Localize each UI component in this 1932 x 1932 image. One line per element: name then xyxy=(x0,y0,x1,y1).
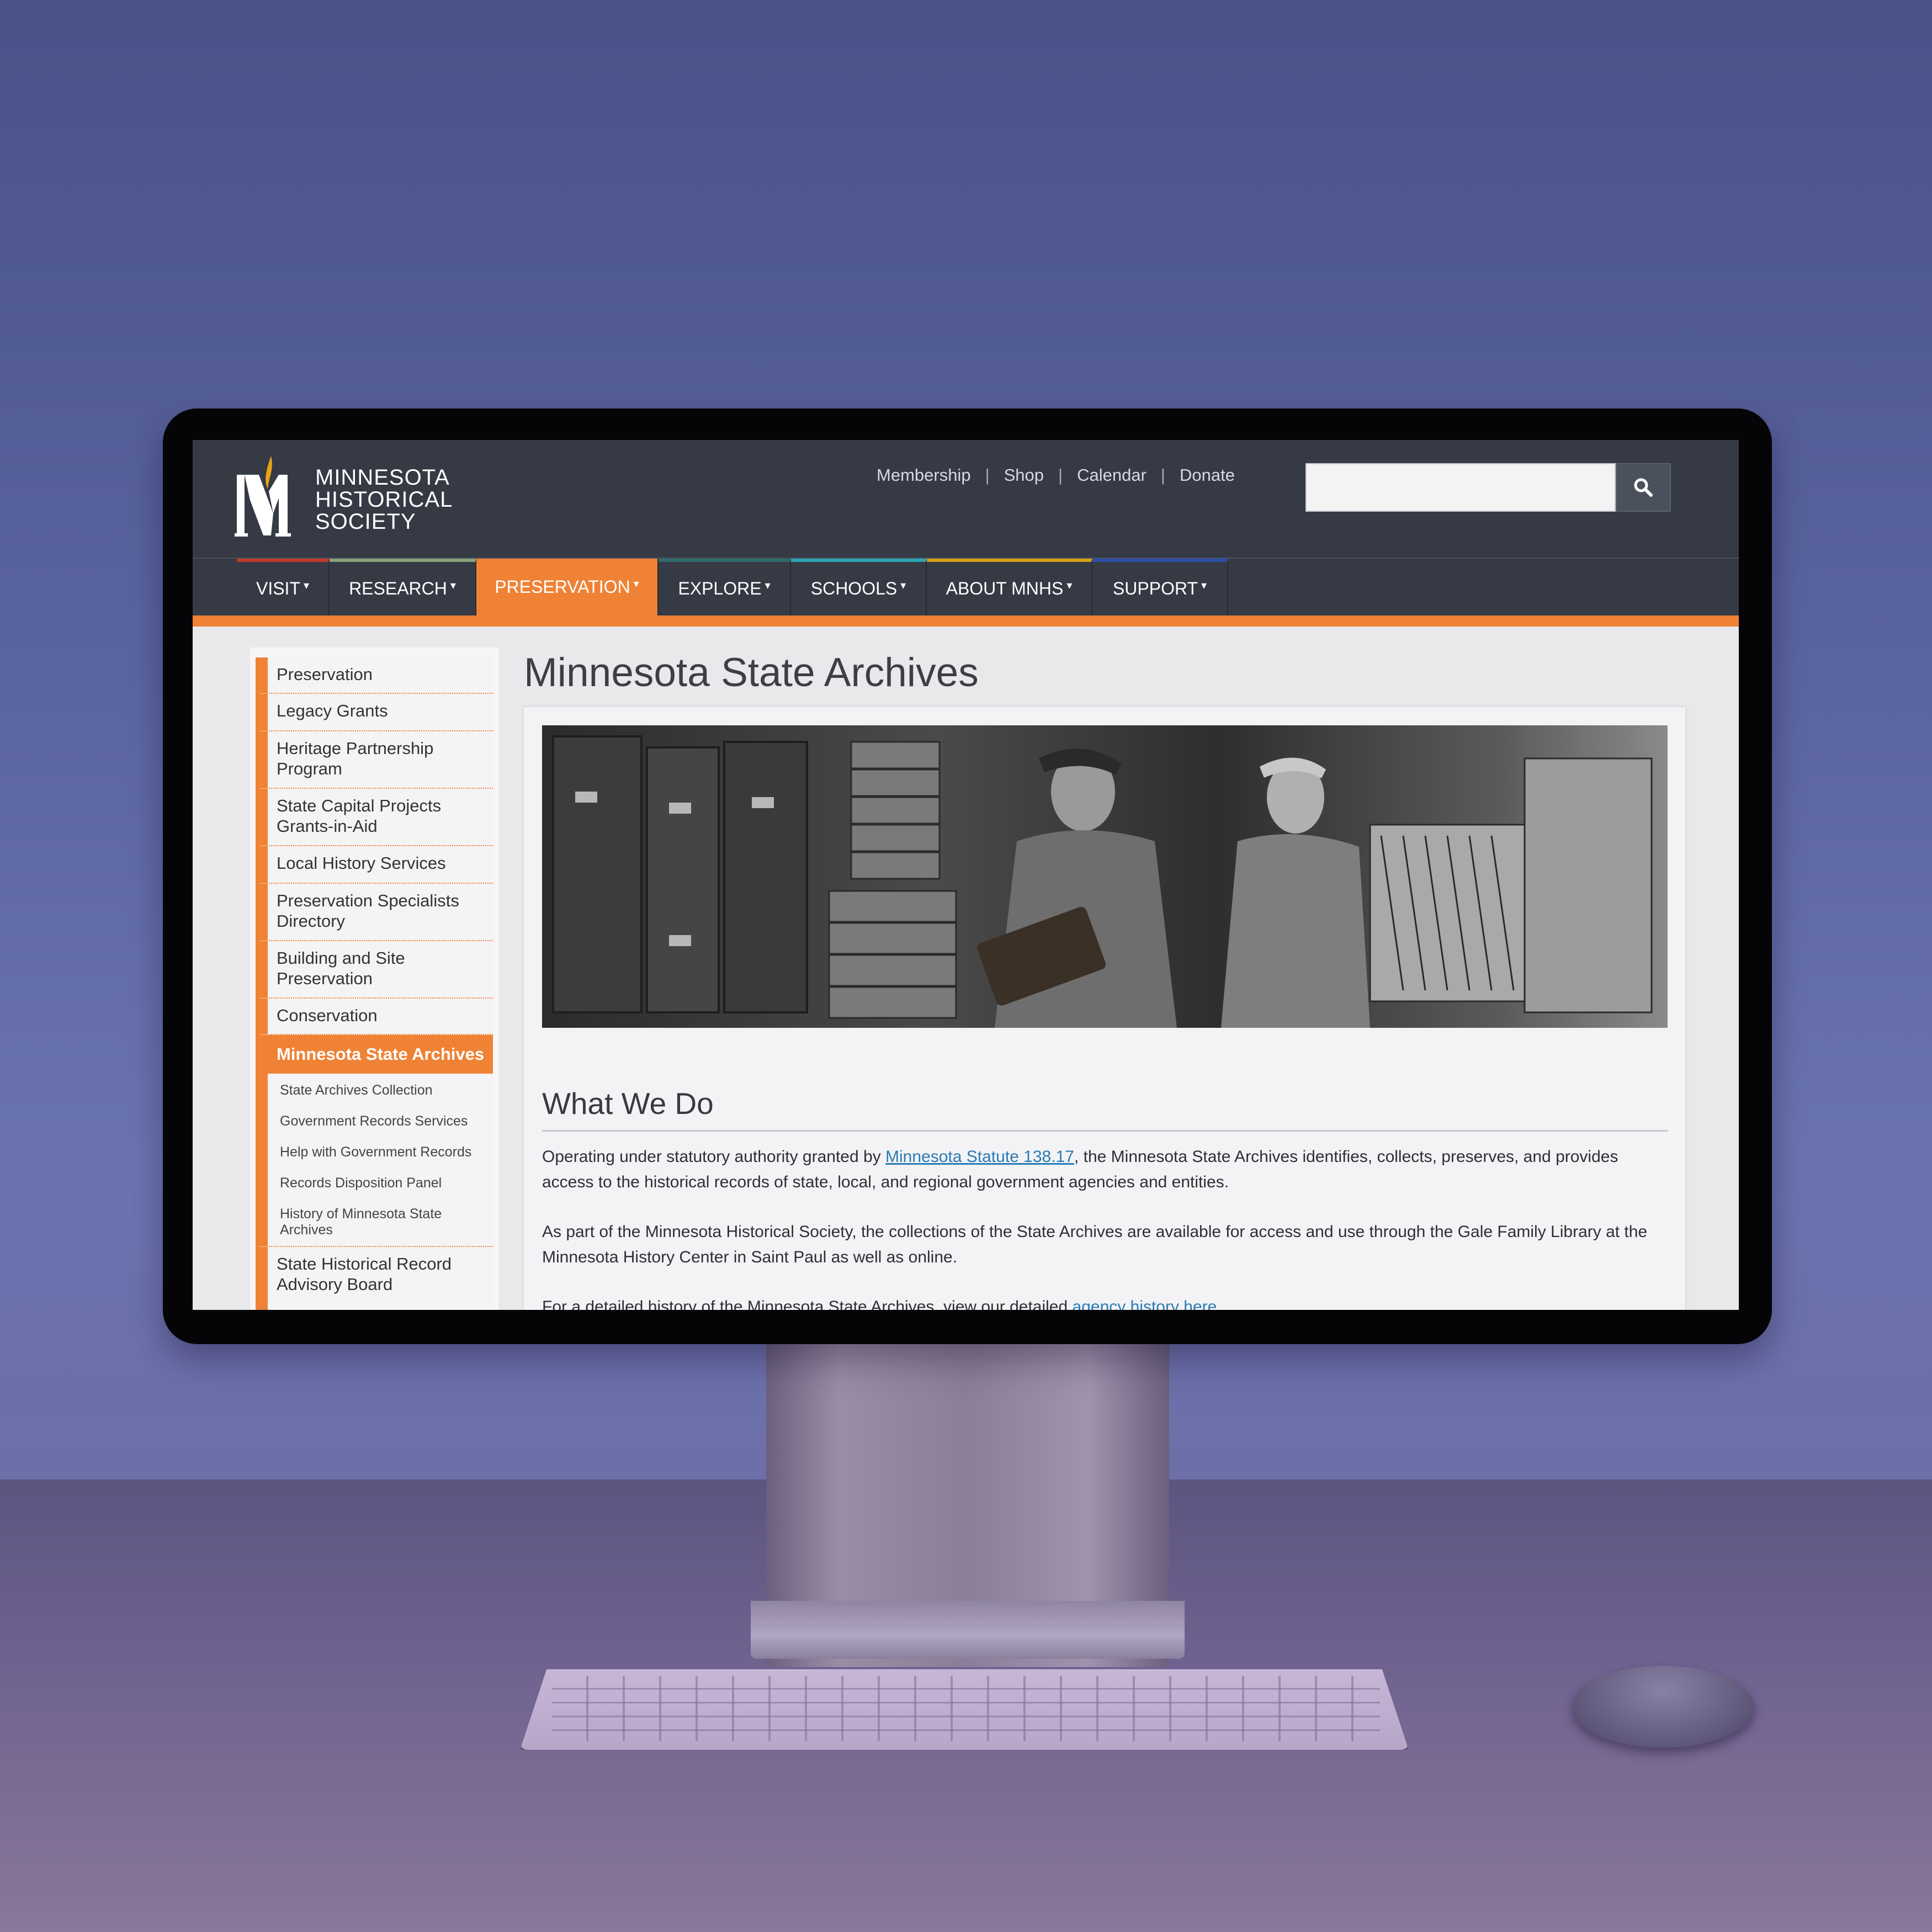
nav-schools[interactable]: SCHOOLS ▾ xyxy=(791,559,927,615)
nav-label: VISIT xyxy=(256,578,300,598)
sidebar-nav: Preservation Legacy Grants Heritage Part… xyxy=(250,647,498,1310)
sidebar-item-local-history[interactable]: Local History Services xyxy=(256,846,493,884)
sidebar-subitem-disposition-panel[interactable]: Records Disposition Panel xyxy=(256,1166,493,1197)
browser-screen: MINNESOTA HISTORICAL SOCIETY Membership … xyxy=(193,440,1739,1310)
shop-link[interactable]: Shop xyxy=(1004,465,1044,485)
calendar-link[interactable]: Calendar xyxy=(1077,465,1147,485)
search-icon xyxy=(1634,478,1653,497)
sidebar-item-building-site[interactable]: Building and Site Preservation xyxy=(256,941,493,999)
sidebar-item-legacy-grants[interactable]: Legacy Grants xyxy=(256,694,493,731)
nav-about-mnhs[interactable]: ABOUT MNHS ▾ xyxy=(927,559,1092,615)
membership-link[interactable]: Membership xyxy=(877,465,971,485)
nav-label: PRESERVATION xyxy=(495,577,630,597)
sidebar-item-heritage-partnership[interactable]: Heritage Partnership Program xyxy=(256,731,493,789)
nav-explore[interactable]: EXPLORE ▾ xyxy=(659,559,791,615)
section-divider xyxy=(542,1130,1668,1132)
sidebar-item-preservation[interactable]: Preservation xyxy=(256,657,493,694)
nav-label: SUPPORT xyxy=(1112,578,1198,598)
utility-separator: | xyxy=(1160,465,1165,485)
chevron-down-icon: ▾ xyxy=(303,580,310,592)
donate-link[interactable]: Donate xyxy=(1180,465,1235,485)
monitor-stand-base xyxy=(751,1601,1185,1659)
chevron-down-icon: ▾ xyxy=(1066,580,1073,592)
nav-label: SCHOOLS xyxy=(810,578,898,598)
section-title-what-we-do: What We Do xyxy=(542,1086,714,1121)
keyboard-keys xyxy=(552,1676,1380,1741)
nav-research[interactable]: RESEARCH ▾ xyxy=(330,559,476,615)
chevron-down-icon: ▾ xyxy=(1201,580,1207,592)
main-nav: VISIT ▾ RESEARCH ▾ PRESERVATION ▾ EXPLORE ▾ … xyxy=(193,558,1739,615)
paragraph-text: For a detailed history of the Minnesota … xyxy=(542,1298,1073,1310)
statute-link[interactable]: Minnesota Statute 138.17 xyxy=(885,1148,1074,1166)
site-header: MINNESOTA HISTORICAL SOCIETY Membership … xyxy=(193,440,1739,558)
paragraph-text: Operating under statutory authority gran… xyxy=(542,1148,886,1166)
nav-label: RESEARCH xyxy=(349,578,447,598)
search-input[interactable] xyxy=(1305,463,1616,512)
utility-links: Membership | Shop | Calendar | Donate xyxy=(877,464,1235,486)
nav-visit[interactable]: VISIT ▾ xyxy=(237,559,330,615)
archive-workers-photo xyxy=(542,725,1668,1028)
logo-line-1: MINNESOTA xyxy=(315,465,450,490)
sidebar-item-state-archives[interactable]: Minnesota State Archives xyxy=(256,1035,493,1074)
sidebar-subitem-gov-records-services[interactable]: Government Records Services xyxy=(256,1105,493,1135)
paragraph-statute: Operating under statutory authority gran… xyxy=(542,1144,1668,1195)
utility-separator: | xyxy=(1058,465,1063,485)
search-button[interactable] xyxy=(1616,463,1671,512)
page-title: Minnesota State Archives xyxy=(524,650,979,695)
logo-line-2: HISTORICAL xyxy=(315,487,453,512)
nav-accent-bar xyxy=(193,615,1739,627)
chevron-down-icon: ▾ xyxy=(633,578,639,590)
sidebar-item-advisory-board[interactable]: State Historical Record Advisory Board xyxy=(256,1247,493,1310)
mnhs-logo-icon[interactable] xyxy=(235,453,306,541)
sidebar-item-state-capital-projects[interactable]: State Capital Projects Grants-in-Aid xyxy=(256,789,493,846)
utility-separator: | xyxy=(985,465,990,485)
paragraph-history: For a detailed history of the Minnesota … xyxy=(542,1294,1668,1310)
chevron-down-icon: ▾ xyxy=(900,580,906,592)
sidebar-item-preservation-specialists[interactable]: Preservation Specialists Directory xyxy=(256,884,493,941)
chevron-down-icon: ▾ xyxy=(765,580,771,592)
chevron-down-icon: ▾ xyxy=(450,580,456,592)
logo-wordmark[interactable]: MINNESOTA HISTORICAL SOCIETY xyxy=(315,466,453,533)
nav-support[interactable]: SUPPORT ▾ xyxy=(1092,559,1228,615)
mouse xyxy=(1572,1666,1754,1748)
sidebar-subitem-history-archives[interactable]: History of Minnesota State Archives xyxy=(256,1197,493,1247)
nav-preservation[interactable]: PRESERVATION ▾ xyxy=(476,559,659,615)
sidebar-item-conservation[interactable]: Conservation xyxy=(256,999,493,1035)
nav-label: ABOUT MNHS xyxy=(946,578,1064,598)
paragraph-collections: As part of the Minnesota Historical Soci… xyxy=(542,1223,1648,1266)
hero-photo xyxy=(542,725,1668,1028)
agency-history-link[interactable]: agency history here. xyxy=(1073,1298,1222,1310)
sidebar-subitem-help-gov-records[interactable]: Help with Government Records xyxy=(256,1135,493,1166)
sidebar-subitem-collection[interactable]: State Archives Collection xyxy=(256,1074,493,1105)
nav-label: EXPLORE xyxy=(678,578,762,598)
logo-line-3: SOCIETY xyxy=(315,509,416,534)
